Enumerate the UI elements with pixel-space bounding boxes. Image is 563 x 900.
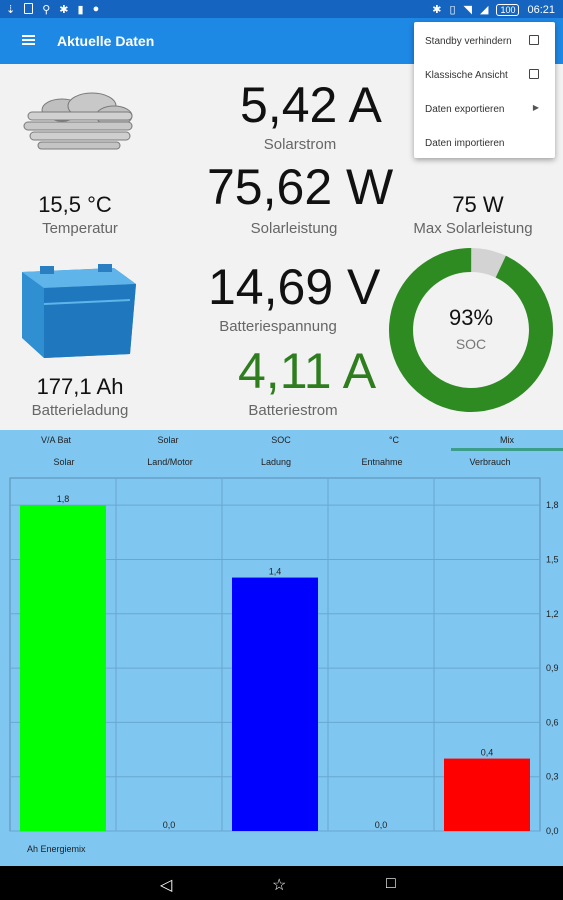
car-battery-icon — [22, 264, 136, 358]
overflow-menu: Standby verhindern Klassische Ansicht Da… — [414, 22, 555, 158]
bar-value-label: 0,0 — [163, 820, 176, 830]
recents-icon[interactable]: □ — [386, 875, 396, 893]
page-title: Aktuelle Daten — [57, 33, 155, 49]
max-solar-power-value: 75 W — [452, 192, 504, 217]
wifi-icon: ◥ — [463, 4, 472, 16]
soc-label: SOC — [455, 336, 487, 352]
bar-value-label: 0,4 — [481, 748, 494, 758]
battery-voltage-value: 14,69 V — [208, 259, 381, 315]
y-tick-label: 1,5 — [546, 554, 559, 564]
y-tick-label: 0,6 — [546, 717, 559, 727]
menu-item-standby[interactable]: Standby verhindern — [414, 24, 555, 58]
tab-mix[interactable]: Mix — [451, 435, 563, 445]
menu-icon[interactable] — [22, 35, 35, 45]
y-tick-label: 0,0 — [546, 826, 559, 836]
max-solar-power-label: Max Solarleistung — [413, 220, 533, 237]
battery-small-icon: ▮ — [77, 4, 84, 16]
temperature-value: 15,5 °C — [38, 192, 112, 217]
y-tick-label: 0,9 — [546, 663, 559, 673]
standby-checkbox[interactable] — [529, 35, 539, 45]
category-label-land-motor: Land/Motor — [147, 457, 193, 467]
notification-icons: ⇣ ⚲ ✱ ▮ ● — [6, 3, 99, 16]
menu-item-label: Klassische Ansicht — [425, 70, 508, 81]
battery-charge-value: 177,1 Ah — [36, 374, 124, 399]
image-icon — [24, 3, 34, 14]
navigation-bar: ◁ ☆ □ — [0, 866, 563, 900]
temperature-label: Temperatur — [42, 220, 118, 237]
submenu-arrow-icon: ▶ — [532, 103, 539, 112]
bluetooth-icon: ✱ — [432, 4, 442, 16]
bar-ladung — [232, 577, 318, 831]
category-label-ladung: Ladung — [260, 457, 292, 467]
menu-item-export[interactable]: Daten exportieren ▶ — [414, 92, 555, 126]
home-star-icon[interactable]: ☆ — [272, 875, 286, 895]
battery-voltage-label: Batteriespannung — [219, 318, 337, 335]
menu-item-label: Standby verhindern — [425, 36, 512, 47]
battery-current-value: 4,11 A — [238, 343, 377, 399]
status-bar: ⇣ ⚲ ✱ ▮ ● ✱ ▯ ◥ ◢ 100 06:21 — [0, 0, 563, 18]
bar-verbrauch — [444, 758, 530, 831]
solar-current-label: Solarstrom — [263, 136, 337, 153]
soc-value: 93% — [448, 305, 494, 330]
tab-va-bat[interactable]: V/A Bat — [0, 435, 112, 445]
menu-item-label: Daten exportieren — [425, 104, 505, 115]
battery-indicator: 100 — [496, 3, 520, 16]
category-label-verbrauch: Verbrauch — [469, 457, 511, 467]
download-icon: ⇣ — [6, 4, 16, 16]
category-label-entnahme: Entnahme — [361, 457, 403, 467]
tab-solar[interactable]: Solar — [112, 435, 224, 445]
tab-temperature[interactable]: °C — [338, 435, 450, 445]
menu-item-import[interactable]: Daten importieren — [414, 126, 555, 160]
bar-solar — [20, 505, 106, 831]
battery-current-label: Batteriestrom — [248, 402, 338, 419]
bar-value-label: 1,4 — [269, 567, 282, 577]
menu-item-classic-view[interactable]: Klassische Ansicht — [414, 58, 555, 92]
y-tick-label: 0,3 — [546, 772, 559, 782]
chart-legend: Ah Energiemix — [27, 844, 86, 854]
menu-item-label: Daten importieren — [425, 138, 505, 149]
status-time: 06:21 — [527, 3, 555, 16]
back-icon[interactable]: ◁ — [160, 875, 172, 895]
battery-charge-label: Batterieladung — [31, 402, 129, 419]
tab-soc[interactable]: SOC — [225, 435, 337, 445]
bar-value-label: 0,0 — [375, 820, 388, 830]
solar-power-label: Solarleistung — [250, 220, 338, 237]
vibrate-icon: ▯ — [449, 4, 456, 16]
system-icons: ✱ ▯ ◥ ◢ 100 06:21 — [432, 3, 555, 16]
chart-panel: V/A Bat Solar SOC °C Mix Solar Land/Moto… — [0, 430, 563, 866]
y-tick-label: 1,2 — [546, 609, 559, 619]
y-tick-label: 1,8 — [546, 500, 559, 510]
usb-icon: ⚲ — [42, 4, 51, 16]
bar-value-label: 1,8 — [57, 494, 70, 504]
category-label-solar: Solar — [53, 457, 75, 467]
solar-current-value: 5,42 A — [240, 77, 382, 133]
solar-power-value: 75,62 W — [207, 159, 394, 215]
cloudy-weather-icon — [23, 92, 133, 150]
active-tab-indicator — [451, 448, 563, 451]
location-icon: ● — [92, 3, 100, 15]
bug-icon: ✱ — [59, 4, 69, 16]
signal-icon: ◢ — [479, 4, 489, 16]
classic-view-checkbox[interactable] — [529, 69, 539, 79]
energy-mix-bar-chart: 1,8 0,0 1,4 0,0 0,4 0,0 0,3 0,6 0,9 1,2 1,5 1,8 — [9, 477, 559, 836]
